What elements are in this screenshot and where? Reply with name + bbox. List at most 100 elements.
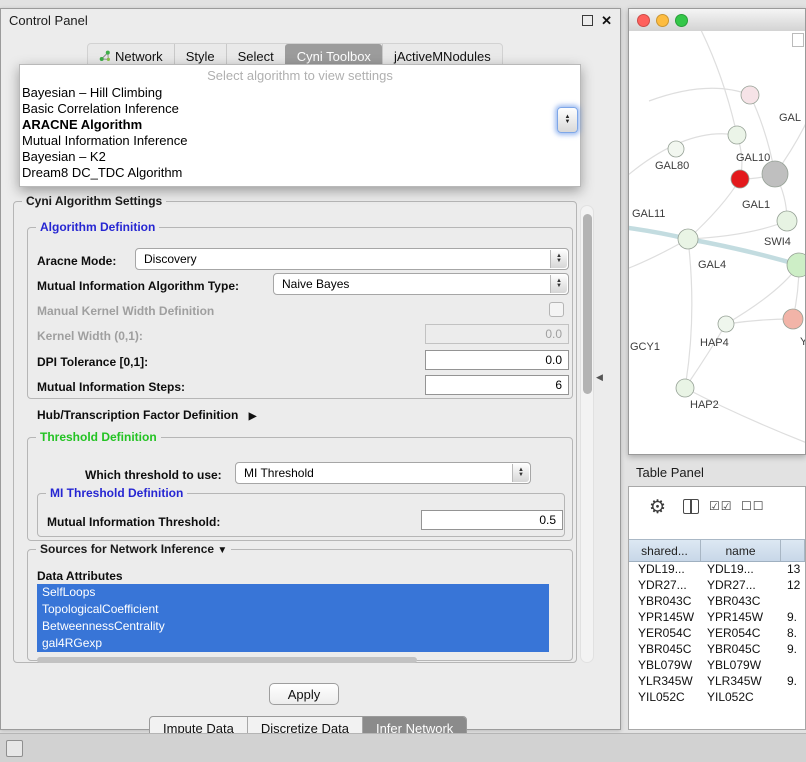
tab-label: Style (186, 49, 215, 64)
sources-toggle[interactable]: Sources for Network Inference ▼ (36, 542, 231, 556)
attribute-item-betweennesscentrality[interactable]: BetweennessCentrality (37, 618, 549, 635)
desktop: Control Panel ✕ NetworkStyleSelectCyni T… (0, 0, 806, 762)
table-row[interactable]: YLR345WYLR345W9. (629, 673, 805, 689)
group-title: MI Threshold Definition (46, 486, 187, 500)
manual-kernel-label: Manual Kernel Width Definition (37, 304, 214, 318)
manual-kernel-checkbox[interactable] (549, 302, 564, 317)
minimize-traffic-icon[interactable] (656, 14, 669, 27)
dropdown-item-bayesian-k2[interactable]: Bayesian – K2 (20, 149, 580, 165)
chevron-down-icon[interactable]: ▼ (217, 545, 227, 556)
mi-threshold-field[interactable]: 0.5 (421, 510, 563, 530)
mi-steps-label: Mutual Information Steps: (37, 380, 185, 394)
node-label: SWI4 (764, 236, 791, 248)
group-title: Cyni Algorithm Settings (22, 194, 166, 208)
network-window-titlebar[interactable] (629, 9, 805, 32)
table-cell: YPR145W (629, 610, 701, 624)
table-row[interactable]: YDR27...YDR27...12 (629, 577, 805, 593)
float-window-icon[interactable] (582, 15, 593, 26)
table-cell: YLR345W (629, 674, 701, 688)
apply-button[interactable]: Apply (269, 683, 339, 705)
control-panel-titlebar[interactable]: Control Panel ✕ (1, 9, 620, 31)
node-label: GAL10 (736, 152, 770, 164)
table-cell: YBR045C (701, 642, 781, 656)
select-all-icon[interactable]: ☑☑ (709, 499, 733, 513)
attribute-item-selfloops[interactable]: SelfLoops (37, 584, 549, 601)
combo-stepper-icon[interactable]: ▲▼ (550, 275, 567, 293)
node-label: HAP2 (690, 399, 719, 411)
table-row[interactable]: YBR045CYBR045C9. (629, 641, 805, 657)
table-cell: YDR27... (701, 578, 781, 592)
attribute-item-topologicalcoefficient[interactable]: TopologicalCoefficient (37, 601, 549, 618)
group-title: Threshold Definition (36, 430, 161, 444)
network-node[interactable] (777, 211, 797, 231)
close-traffic-icon[interactable] (637, 14, 650, 27)
table-cell: YDL19... (629, 562, 701, 576)
network-canvas[interactable]: GALGAL80GAL10GAL11GAL1SWI4GAL4GCY1HAP4YH… (629, 31, 805, 454)
close-icon[interactable]: ✕ (601, 14, 612, 27)
combo-value: MI Threshold (244, 466, 314, 480)
table-row[interactable]: YBR043CYBR043C (629, 593, 805, 609)
hub-definition-toggle[interactable]: Hub/Transcription Factor Definition ▶ (37, 408, 256, 422)
dropdown-placeholder[interactable]: Select algorithm to view settings (20, 67, 580, 85)
network-node[interactable] (783, 309, 803, 329)
table-cell: 13 (781, 562, 805, 576)
dropdown-item-aracne-algorithm[interactable]: ARACNE Algorithm (20, 117, 580, 133)
table-cell: YBR043C (701, 594, 781, 608)
network-node[interactable] (718, 316, 734, 332)
scrollbar-thumb[interactable] (583, 214, 592, 394)
table-row[interactable]: YIL052CYIL052C (629, 689, 805, 705)
aracne-mode-combo[interactable]: Discovery ▲▼ (135, 248, 569, 270)
table-panel-title: Table Panel (636, 465, 704, 480)
network-edge (688, 179, 740, 239)
combo-stepper-icon[interactable]: ▲▼ (550, 250, 567, 268)
table-row[interactable]: YBL079WYBL079W (629, 657, 805, 673)
network-node[interactable] (741, 86, 759, 104)
deselect-all-icon[interactable]: ☐☐ (741, 499, 765, 513)
zoom-traffic-icon[interactable] (675, 14, 688, 27)
window-restore-icon[interactable] (6, 740, 23, 757)
mi-threshold-label: Mutual Information Threshold: (47, 515, 220, 529)
column-header-extra[interactable] (781, 540, 805, 561)
table-row[interactable]: YPR145WYPR145W9. (629, 609, 805, 625)
chevron-right-icon[interactable]: ▶ (249, 411, 257, 422)
network-graph: GALGAL80GAL10GAL11GAL1SWI4GAL4GCY1HAP4YH… (629, 31, 805, 454)
table-cell: YBR043C (629, 594, 701, 608)
dpi-tolerance-field[interactable]: 0.0 (425, 350, 569, 370)
network-node[interactable] (678, 229, 698, 249)
kernel-width-field[interactable]: 0.0 (425, 324, 569, 344)
gear-icon[interactable]: ⚙ (649, 496, 666, 519)
table-cell: 12 (781, 578, 805, 592)
network-node[interactable] (668, 141, 684, 157)
dropdown-item-dream8-dc-tdc-algorithm[interactable]: Dream8 DC_TDC Algorithm (20, 165, 580, 181)
dropdown-item-basic-correlation-inference[interactable]: Basic Correlation Inference (20, 101, 580, 117)
network-view-window: GALGAL80GAL10GAL11GAL1SWI4GAL4GCY1HAP4YH… (628, 8, 806, 455)
mi-type-combo[interactable]: Naive Bayes ▲▼ (273, 273, 569, 295)
column-browser-icon[interactable] (683, 499, 699, 514)
table-header-row: shared...name (629, 539, 805, 562)
status-strip (0, 733, 806, 762)
column-header-shared[interactable]: shared... (629, 540, 701, 561)
column-header-name[interactable]: name (701, 540, 781, 561)
combo-stepper-icon[interactable]: ▲▼ (512, 464, 529, 482)
table-row[interactable]: YER054CYER054C8. (629, 625, 805, 641)
node-label: GAL (779, 112, 801, 124)
attribute-item-gal4rgexp[interactable]: gal4RGexp (37, 635, 549, 652)
which-threshold-combo[interactable]: MI Threshold ▲▼ (235, 462, 531, 484)
dropdown-item-bayesian-hill-climbing[interactable]: Bayesian – Hill Climbing (20, 85, 580, 101)
node-label: Y (800, 336, 805, 348)
table-body: YDL19...YDL19...13YDR27...YDR27...12YBR0… (629, 561, 805, 729)
network-scrollbar[interactable] (792, 33, 804, 47)
table-row[interactable]: YDL19...YDL19...13 (629, 561, 805, 577)
network-edge (629, 134, 737, 181)
network-node[interactable] (728, 126, 746, 144)
algorithm-combo-stepper-icon[interactable]: ▲▼ (557, 107, 578, 133)
mi-steps-field[interactable]: 6 (425, 375, 569, 395)
horizontal-scrollbar[interactable] (37, 657, 417, 663)
settings-scrollbar[interactable] (580, 205, 594, 663)
network-node[interactable] (731, 170, 749, 188)
network-node[interactable] (676, 379, 694, 397)
network-node[interactable] (762, 161, 788, 187)
dropdown-item-mutual-information-inference[interactable]: Mutual Information Inference (20, 133, 580, 149)
panel-collapse-icon[interactable]: ◀ (596, 372, 603, 383)
network-node[interactable] (787, 253, 805, 277)
